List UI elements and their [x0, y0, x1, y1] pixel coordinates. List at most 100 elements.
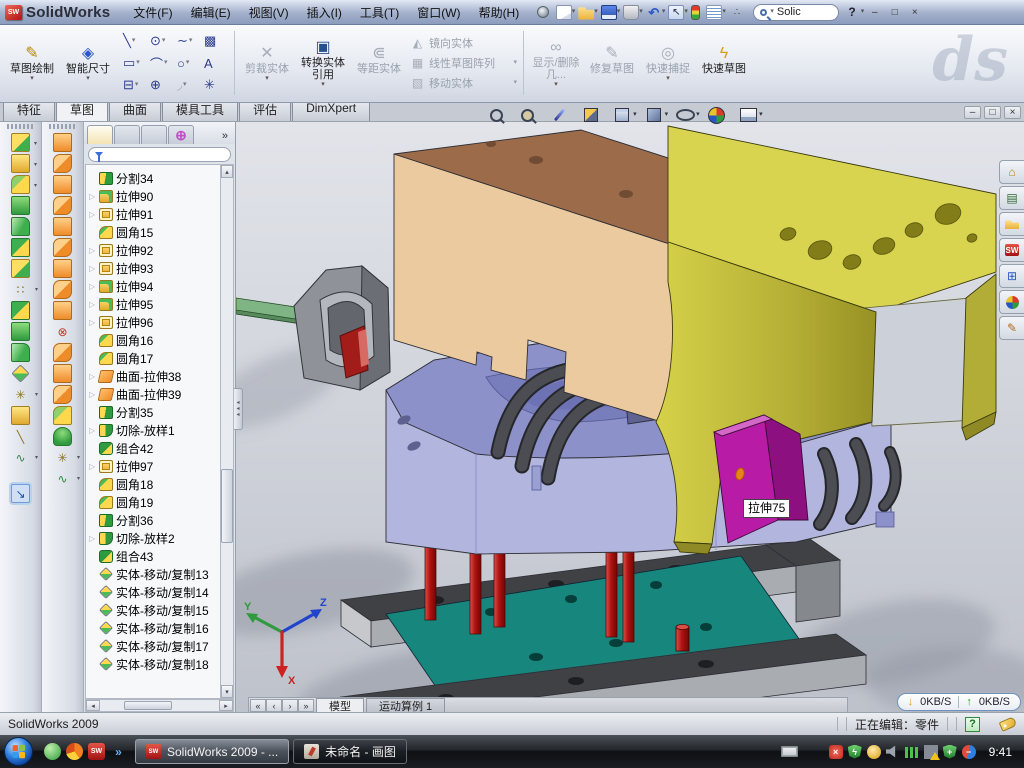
sketch-button[interactable]: ✎草图绘制▾	[4, 27, 60, 99]
toolbar-overflow-icon[interactable]: ∴	[729, 5, 745, 20]
panel-splitter-handle[interactable]: ◂ ◂ ◂	[234, 388, 243, 430]
next-page-button[interactable]: ›	[282, 699, 298, 712]
feature-tree-item[interactable]: ▷ 圆角19	[86, 493, 233, 511]
dropdown-caret-icon[interactable]: ▾	[684, 9, 688, 15]
display-delete-relations-button[interactable]: ∞显示/删除几...▾	[528, 27, 584, 99]
dropdown-caret-icon[interactable]: ▾	[594, 9, 598, 15]
restore-button[interactable]: □	[984, 106, 1001, 119]
scrollbar-thumb[interactable]	[221, 469, 233, 543]
trim-surface-icon[interactable]: ▾	[53, 385, 72, 404]
media-player-icon[interactable]	[66, 743, 83, 760]
fillet-feature-icon[interactable]: ▾	[11, 175, 30, 194]
dropdown-caret-icon[interactable]: ▾	[639, 9, 643, 15]
defender-shield-icon[interactable]: +	[943, 745, 957, 759]
smart-dimension-button[interactable]: ◈智能尺寸▾	[60, 27, 116, 99]
menu-item[interactable]: 文件(F)	[124, 1, 181, 24]
help-caret-icon[interactable]: ▾	[861, 9, 865, 15]
feature-tree-item[interactable]: ▷ 实体-移动/复制16	[86, 619, 233, 637]
feature-tree-item[interactable]: ▷ 拉伸91	[86, 205, 233, 223]
draft-feature-icon[interactable]: ▾	[11, 238, 30, 257]
close-button[interactable]: ×	[1004, 106, 1021, 119]
feature-tree-item[interactable]: ▷ 曲面-拉伸39	[86, 385, 233, 403]
feature-tree-item[interactable]: ▷ 实体-移动/复制18	[86, 655, 233, 673]
selection-box-tool[interactable]: ▩▾	[201, 30, 228, 52]
scroll-right-icon[interactable]: ▸	[219, 700, 233, 711]
feature-tree-item[interactable]: ▷ 组合43	[86, 547, 233, 565]
tags-icon[interactable]	[999, 716, 1018, 732]
tree-horizontal-scrollbar[interactable]: ◂ ▸	[85, 699, 234, 712]
linear-pattern-icon[interactable]: ∷▾	[11, 280, 30, 299]
mirror-entities-button[interactable]: ◭镜向实体▾	[411, 35, 519, 51]
zoom-area-icon[interactable]	[518, 105, 538, 125]
polygon-tool[interactable]: ⊕▾	[147, 74, 174, 96]
expand-arrow-icon[interactable]: ▷	[89, 210, 96, 219]
tree-filter[interactable]	[88, 147, 231, 162]
feature-tree-item[interactable]: ▷ 拉伸93	[86, 259, 233, 277]
scroll-left-icon[interactable]: ◂	[86, 700, 100, 711]
minimize-button[interactable]: –	[964, 106, 981, 119]
offset-entities-button[interactable]: ⋐等距实体▾	[351, 27, 407, 99]
expand-arrow-icon[interactable]: ▷	[89, 300, 96, 309]
linear-sketch-pattern-button[interactable]: ▦线性草图阵列▾	[411, 55, 519, 71]
expand-arrow-icon[interactable]: ▷	[89, 426, 96, 435]
scroll-up-icon[interactable]: ▴	[221, 165, 233, 178]
design-library-tab[interactable]: ▤	[999, 186, 1024, 210]
expand-arrow-icon[interactable]: ▷	[89, 372, 96, 381]
circle-tool[interactable]: ⊙▾	[147, 30, 174, 52]
feature-tree-item[interactable]: ▷ 实体-移动/复制17	[86, 637, 233, 655]
trim-entities-button[interactable]: ✕剪裁实体▾	[239, 27, 295, 99]
expand-arrow-icon[interactable]: ▷	[89, 192, 96, 201]
move-copy-bodies-icon[interactable]: ▾	[11, 364, 29, 382]
filter-input[interactable]	[108, 149, 208, 161]
surface-point-icon[interactable]: ✳▾	[53, 448, 72, 467]
line-tool[interactable]: ╲▾	[120, 30, 147, 52]
revolved-surface-icon[interactable]: ▾	[53, 154, 72, 173]
boundary-surface-icon[interactable]: ▾	[53, 217, 72, 236]
convert-entities-button[interactable]: ▣转换实体引用▾	[295, 27, 351, 99]
feature-tree-item[interactable]: ▷ 拉伸97	[86, 457, 233, 475]
intersect-icon[interactable]: ▾	[11, 343, 30, 362]
solidworks-quicklaunch-icon[interactable]: SW	[88, 743, 105, 760]
reference-point-icon[interactable]: ✳▾	[11, 385, 30, 404]
feature-tree-item[interactable]: ▷ 实体-移动/复制15	[86, 601, 233, 619]
slot-tool[interactable]: ⊟▾	[120, 74, 147, 96]
expand-arrow-icon[interactable]: ▷	[89, 246, 96, 255]
volume-icon[interactable]	[886, 745, 900, 759]
feature-tree-item[interactable]: ▷ 拉伸90	[86, 187, 233, 205]
dome-icon[interactable]: ▾	[53, 427, 72, 446]
feature-tree-item[interactable]: ▷ 圆角16	[86, 331, 233, 349]
graphics-viewport[interactable]: Y Z X ⌂▤SW⊞✎ 拉伸75 «‹›» 模型运动算例 1 ↓ 0KB/S	[236, 122, 1024, 712]
loft-feature-icon[interactable]: ▾	[11, 196, 30, 215]
planar-surface-icon[interactable]: ▾	[53, 259, 72, 278]
split-feature-icon[interactable]: ▾	[11, 322, 30, 341]
repair-sketch-button[interactable]: ✎修复草图▾	[584, 27, 640, 99]
expand-arrow-icon[interactable]: ▷	[89, 462, 96, 471]
text-tool[interactable]: A▾	[201, 52, 228, 74]
replace-face-icon[interactable]: ▾	[53, 343, 72, 362]
extruded-boss-icon[interactable]: ▾	[11, 133, 30, 152]
feature-tree-item[interactable]: ▷ 圆角17	[86, 349, 233, 367]
extended-surface-icon[interactable]: ▾	[53, 175, 72, 194]
quick-snaps-button[interactable]: ◎快速捕捉▾	[640, 27, 696, 99]
feature-tree-item[interactable]: ▷ 分割36	[86, 511, 233, 529]
feature-tree-item[interactable]: ▷ 实体-移动/复制14	[86, 583, 233, 601]
feature-tree-item[interactable]: ▷ 拉伸94	[86, 277, 233, 295]
task-solidworks[interactable]: SW SolidWorks 2009 - ...	[135, 739, 289, 764]
search-box[interactable]: ▾ Solic	[753, 4, 839, 21]
helix-curve-icon[interactable]: ∿▾	[53, 469, 72, 488]
quick-tips-icon[interactable]: ?	[965, 717, 980, 732]
menu-item[interactable]: 帮助(H)	[470, 1, 529, 24]
custom-properties-tab[interactable]: ✎	[999, 316, 1024, 340]
dropdown-caret-icon[interactable]: ▾	[572, 9, 576, 15]
quicklaunch-overflow-icon[interactable]: »	[110, 743, 127, 760]
restore-button[interactable]: □	[886, 5, 903, 19]
feature-tree-item[interactable]: ▷ 分割35	[86, 403, 233, 421]
feature-tree-item[interactable]: ▷ 圆角15	[86, 223, 233, 241]
sketch-fillet-tool[interactable]: ◞▾	[174, 74, 201, 96]
surface-fillet-icon[interactable]: ▾	[53, 406, 72, 425]
freeform-surface-icon[interactable]: ▾	[53, 238, 72, 257]
search-scope-caret-icon[interactable]: ▾	[770, 9, 774, 15]
view-palette-tab[interactable]: ⊞	[999, 264, 1024, 288]
toolbar-drag-handle[interactable]	[49, 124, 77, 129]
thicken-surface-icon[interactable]: ▾	[53, 301, 72, 320]
